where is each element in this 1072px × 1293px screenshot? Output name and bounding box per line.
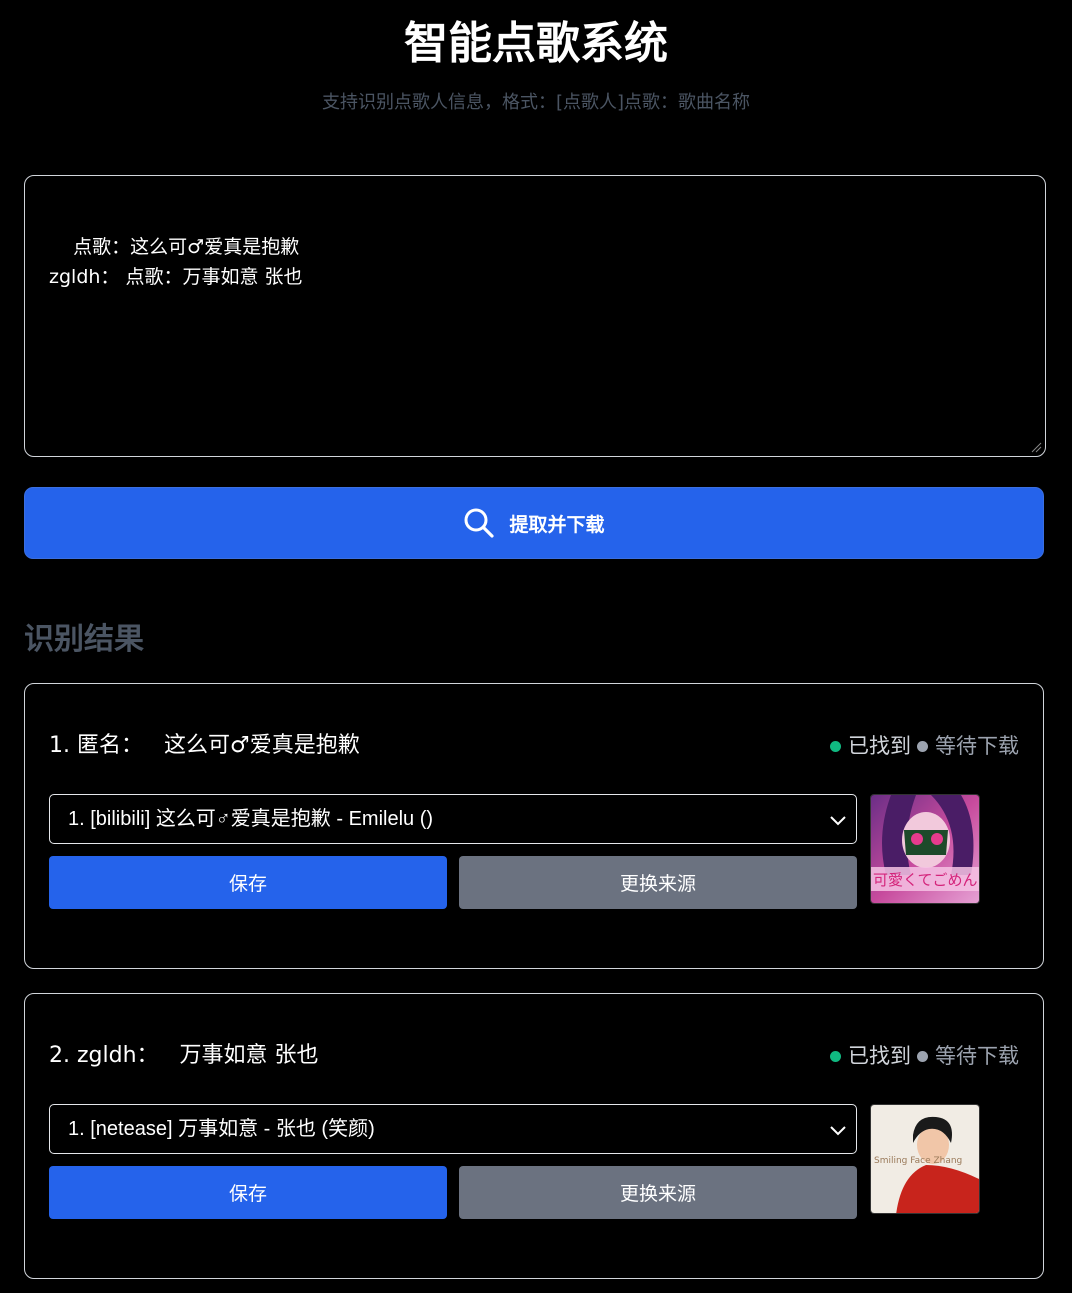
result-card: 1. 匿名： 这么可♂爱真是抱歉 已找到 等待下载 1. [bilibili] … [24,683,1044,969]
song-title: 这么可♂爱真是抱歉 [164,733,360,758]
results-title: 识别结果 [24,622,144,657]
search-icon [464,508,495,538]
status-indicators: 已找到 等待下载 [830,730,1019,762]
album-cover: Smiling Face Zhang [870,1104,980,1214]
song-request-text[interactable]: 点歌：这么可♂爱真是抱歉 zgldh： 点歌：万事如意 张也 [49,236,303,288]
page-subtitle: 支持识别点歌人信息，格式：[点歌人]点歌：歌曲名称 [321,92,751,113]
result-card: 2. zgldh： 万事如意 张也 已找到 等待下载 1. [netease] … [24,993,1044,1279]
status-waiting: 等待下载 [935,1044,1019,1068]
change-source-button[interactable]: 更换来源 [459,1166,857,1219]
waiting-dot-icon [917,740,928,752]
source-select[interactable]: 1. [netease] 万事如意 - 张也 (笑颜) [49,1104,857,1154]
save-button[interactable]: 保存 [49,1166,447,1219]
result-heading: 2. zgldh： 万事如意 张也 [49,1038,319,1074]
found-dot-icon [830,740,841,752]
status-waiting: 等待下载 [935,734,1019,758]
album-cover-text: Smiling Face Zhang [874,1156,962,1166]
change-source-button[interactable]: 更换来源 [459,856,857,909]
source-select-value: 1. [bilibili] 这么可♂爱真是抱歉 - Emilelu () [68,808,434,830]
status-indicators: 已找到 等待下载 [830,1040,1019,1072]
waiting-dot-icon [917,1050,928,1062]
chevron-down-icon [830,1126,846,1136]
album-cover-image: 可愛くてごめん [871,795,979,903]
found-dot-icon [830,1050,841,1062]
resize-handle-icon[interactable] [1030,441,1042,453]
status-found: 已找到 [848,1044,911,1068]
chevron-down-icon [830,816,846,826]
page-title: 智能点歌系统 [404,18,668,69]
status-found: 已找到 [848,734,911,758]
album-cover-text: 可愛くてごめん [873,871,978,889]
save-button[interactable]: 保存 [49,856,447,909]
extract-download-button[interactable]: 提取并下载 [24,487,1044,559]
requester-name: zgldh： [77,1043,159,1068]
result-heading: 1. 匿名： 这么可♂爱真是抱歉 [49,728,360,764]
source-select[interactable]: 1. [bilibili] 这么可♂爱真是抱歉 - Emilelu () [49,794,857,844]
extract-download-label: 提取并下载 [509,513,605,536]
page: 智能点歌系统 支持识别点歌人信息，格式：[点歌人]点歌：歌曲名称 点歌：这么可♂… [0,0,1072,1293]
result-index: 2. [49,1043,70,1068]
album-cover-image: Smiling Face Zhang [871,1105,979,1213]
song-title: 万事如意 张也 [179,1043,319,1068]
result-index: 1. [49,733,70,758]
album-cover: 可愛くてごめん [870,794,980,904]
source-select-value: 1. [netease] 万事如意 - 张也 (笑颜) [68,1118,375,1140]
song-request-textarea[interactable]: 点歌：这么可♂爱真是抱歉 zgldh： 点歌：万事如意 张也 [24,175,1046,457]
requester-name: 匿名： [77,733,144,758]
